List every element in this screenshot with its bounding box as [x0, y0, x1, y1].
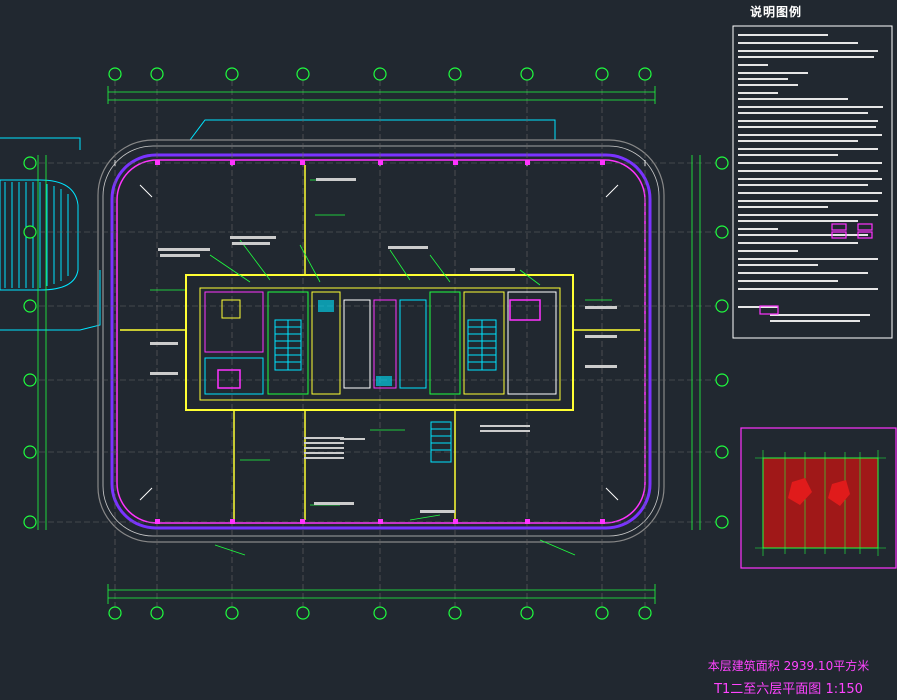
floor-area-note: 本层建筑面积 2939.10平方米: [707, 659, 870, 673]
core-fixtures: [217, 299, 541, 389]
axis-bubbles-top: [108, 67, 652, 81]
notes-title: 说明图例: [750, 5, 803, 19]
drawing-title: T1二至六层平面图 1:150: [714, 682, 863, 697]
entrance-canopy: [0, 137, 101, 331]
key-plan-zone: [762, 457, 879, 549]
annotation-text-marks: [150, 178, 617, 513]
cad-drawing-canvas[interactable]: [0, 0, 897, 700]
axis-bubbles-right: [715, 156, 729, 529]
facade-line-magenta: [116, 159, 646, 524]
facade-line-purple: [110, 153, 652, 530]
notes-text-lines: [738, 34, 883, 322]
stair-icon: [467, 319, 497, 371]
service-line: [189, 119, 556, 141]
core-outline: [185, 274, 574, 411]
building-outline-outer: [97, 139, 665, 543]
legend-swatches: [759, 223, 873, 315]
stair-icon: [274, 319, 302, 371]
annotation-leaders: [150, 179, 612, 556]
stair-icon: [430, 421, 452, 463]
axis-bubbles-bottom: [108, 606, 652, 620]
